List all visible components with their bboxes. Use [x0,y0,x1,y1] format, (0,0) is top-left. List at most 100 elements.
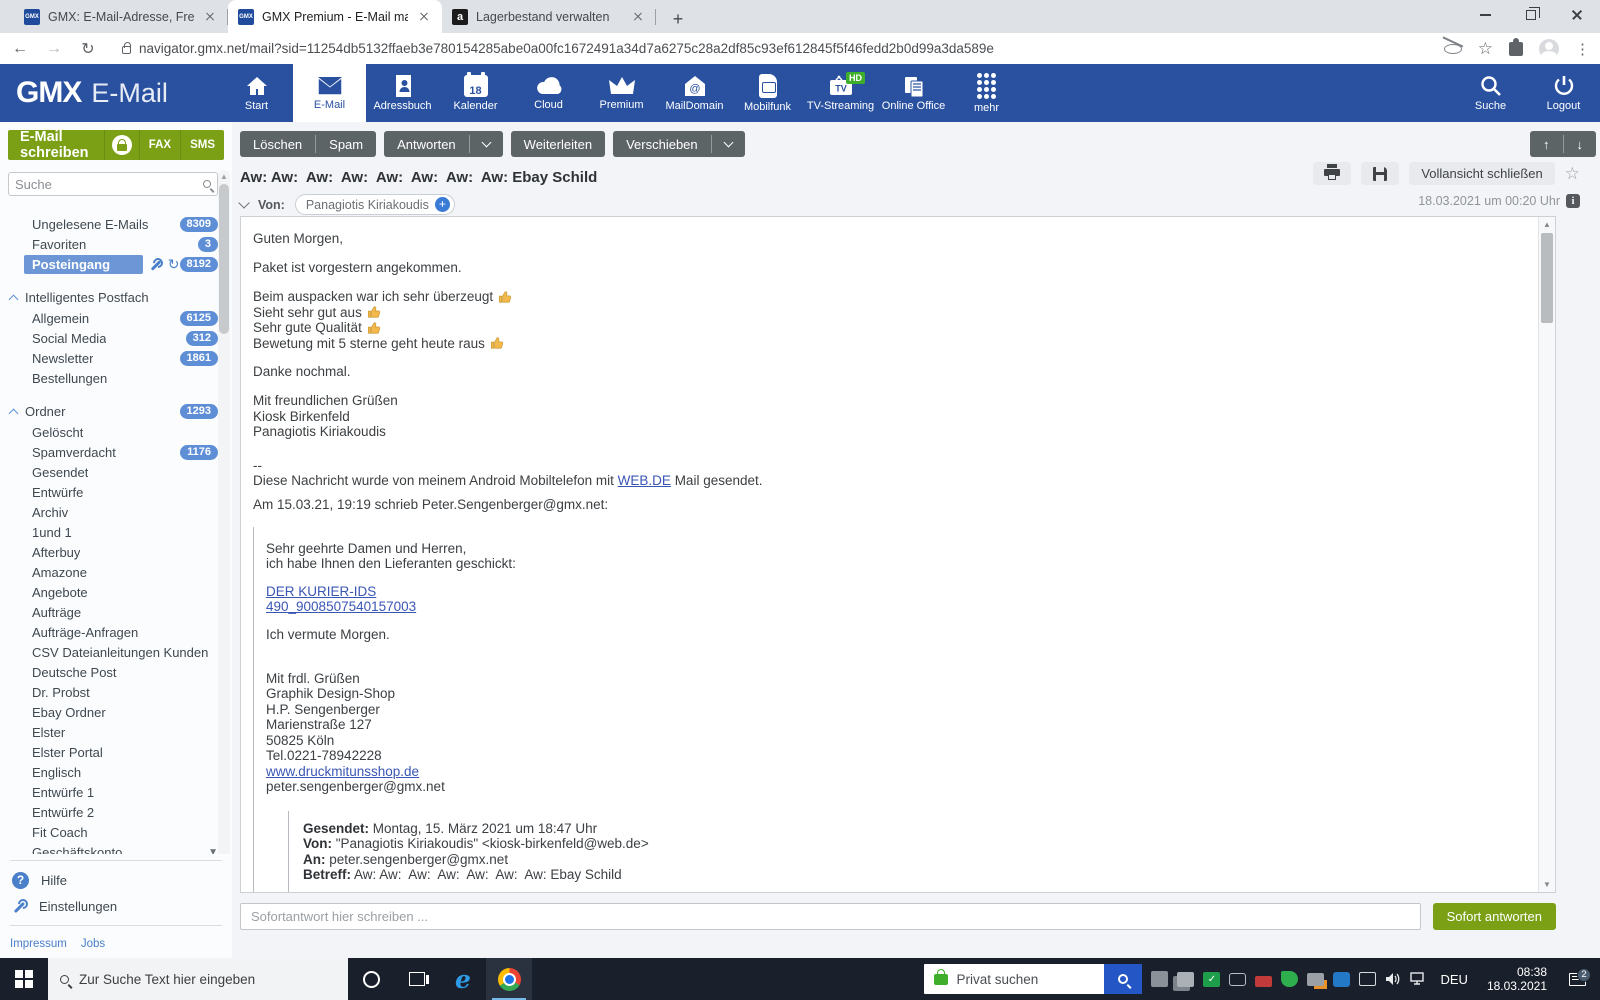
sidebar-folder[interactable]: Entwürfe 2 [0,802,232,822]
back-icon[interactable]: ← [10,40,30,58]
webde-link[interactable]: WEB.DE [618,473,671,488]
sidebar-folder[interactable]: CSV Dateianleitungen Kunden [0,642,232,662]
sidebar-folder[interactable]: Aufträge [0,602,232,622]
print-button[interactable] [1313,162,1351,185]
sidebar-main-folder[interactable]: Favoriten ↻ 3 [0,234,232,254]
compose-button[interactable]: E-Mail schreiben [8,130,104,160]
gmx-logo[interactable]: GMX E-Mail [0,64,220,122]
nav-email-active[interactable]: E-Mail [293,64,366,122]
tray-network-icon[interactable] [1410,972,1427,986]
sidebar-folder[interactable]: Angebote [0,582,232,602]
sidebar-main-folder[interactable]: Ungelesene E-Mails ↻ 8309 [0,214,232,234]
add-contact-icon[interactable]: + [435,197,450,212]
new-tab-button[interactable]: + [664,5,692,33]
quick-reply-input[interactable] [240,903,1421,930]
sidebar-folder[interactable]: Elster [0,722,232,742]
scrollbar-thumb[interactable] [1541,233,1553,323]
sidebar-folder[interactable]: Aufträge-Anfragen [0,622,232,642]
from-chip[interactable]: Panagiotis Kiriakoudis + [295,194,455,215]
tray-usb-icon[interactable] [1359,972,1376,986]
sidebar-search-input[interactable] [15,177,203,192]
private-search-widget[interactable]: Privat suchen [924,964,1142,994]
tray-lock-key-icon[interactable] [1255,976,1272,987]
nav-kalender[interactable]: 18 Kalender [439,64,512,122]
sidebar-folder[interactable]: Archiv [0,502,232,522]
close-fullview-button[interactable]: Vollansicht schließen [1409,162,1554,185]
close-button[interactable] [1554,0,1600,30]
sidebar-folder[interactable]: Entwürfe [0,482,232,502]
sidebar-folder[interactable]: Elster Portal [0,742,232,762]
scroll-down-icon[interactable]: ▼ [1543,880,1551,889]
jobs-link[interactable]: Jobs [81,938,105,950]
sidebar-folder[interactable]: Deutsche Post [0,662,232,682]
tray-displays-icon[interactable] [1177,972,1194,987]
nav-maildomain[interactable]: @ MailDomain [658,64,731,122]
forward-icon[interactable]: → [44,40,64,58]
tray-volume-icon[interactable] [1385,972,1401,986]
tab-close-icon[interactable] [202,9,218,25]
shop-link[interactable]: www.druckmitunsshop.de [266,764,419,779]
favorite-star-icon[interactable]: ☆ [1565,164,1580,184]
settings-item[interactable]: Einstellungen [0,893,232,919]
reload-icon[interactable]: ↻ [78,39,98,59]
browser-tab-3[interactable]: a Lagerbestand verwalten [442,0,656,33]
task-view-button[interactable] [394,958,440,1000]
kurier-ids-link[interactable]: DER KURIER-IDS [266,584,376,599]
delete-button[interactable]: Löschen [240,131,315,157]
nav-adressbuch[interactable]: Adressbuch [366,64,439,122]
start-button[interactable] [0,958,48,1000]
help-item[interactable]: ? Hilfe [0,867,232,893]
sidebar-smart-folder[interactable]: Bestellungen [0,368,232,388]
nav-start[interactable]: Start [220,64,293,122]
sidebar-folder[interactable]: 1und 1 [0,522,232,542]
language-indicator[interactable]: DEU [1440,972,1467,987]
wrench-icon[interactable] [149,258,162,271]
cortana-button[interactable] [348,958,394,1000]
sidebar-folder[interactable]: Afterbuy [0,542,232,562]
header-logout[interactable]: Logout [1527,64,1600,122]
forward-button[interactable]: Weiterleiten [511,131,605,157]
sidebar-search[interactable] [8,172,218,196]
profile-avatar[interactable] [1539,39,1559,59]
edge-button[interactable]: e [440,958,486,1000]
reply-dropdown-button[interactable] [470,131,503,157]
tracking-number-link[interactable]: 490_9008507540157003 [266,599,416,614]
encrypt-button[interactable] [105,135,139,155]
browser-tab-1[interactable]: GMX GMX: E-Mail-Adresse, FreeMail, D [14,0,228,33]
spam-button[interactable]: Spam [316,131,376,157]
sidebar-scrollbar[interactable]: ▲ [218,170,230,904]
reply-button[interactable]: Antworten [384,131,469,157]
next-message-button[interactable]: ↓ [1564,131,1597,157]
nav-premium[interactable]: Premium [585,64,658,122]
sidebar-folder[interactable]: Amazone [0,562,232,582]
tab-close-icon[interactable] [416,9,432,25]
minimize-button[interactable] [1462,0,1508,30]
eye-hidden-icon[interactable] [1444,44,1462,54]
section-intelligentes-postfach[interactable]: Intelligentes Postfach [0,286,232,308]
scroll-up-icon[interactable]: ▲ [1543,220,1551,229]
impressum-link[interactable]: Impressum [10,938,67,950]
move-button[interactable]: Verschieben [613,131,711,157]
save-button[interactable] [1361,162,1399,185]
sms-button[interactable]: SMS [181,139,224,151]
section-ordner[interactable]: Ordner 1293 [0,400,232,422]
tab-close-icon[interactable] [630,9,646,25]
sidebar-main-folder[interactable]: Posteingang ↻ 8192 [0,254,232,274]
restore-button[interactable] [1508,0,1554,30]
taskbar-clock[interactable]: 08:38 18.03.2021 [1487,965,1547,993]
nav-tv-streaming[interactable]: HD TV TV-Streaming [804,64,877,122]
scroll-up-icon[interactable]: ▲ [220,172,228,181]
tray-device-icon[interactable] [1151,971,1168,987]
scrollbar-thumb[interactable] [219,184,229,334]
taskbar-search[interactable]: Zur Suche Text hier eingeben [48,958,348,1000]
refresh-icon[interactable]: ↻ [168,258,180,271]
nav-online-office[interactable]: Online Office [877,64,950,122]
tray-sync-check-icon[interactable]: ✓ [1203,972,1220,987]
secure-lock-icon[interactable] [122,46,131,54]
message-scrollbar[interactable]: ▲ ▼ [1538,217,1555,892]
sidebar-folder[interactable]: Ebay Ordner [0,702,232,722]
nav-mehr[interactable]: mehr [950,64,1023,122]
nav-cloud[interactable]: Cloud [512,64,585,122]
browser-tab-2-active[interactable]: GMX GMX Premium - E-Mail made in G [228,0,442,33]
move-dropdown-button[interactable] [712,131,745,157]
